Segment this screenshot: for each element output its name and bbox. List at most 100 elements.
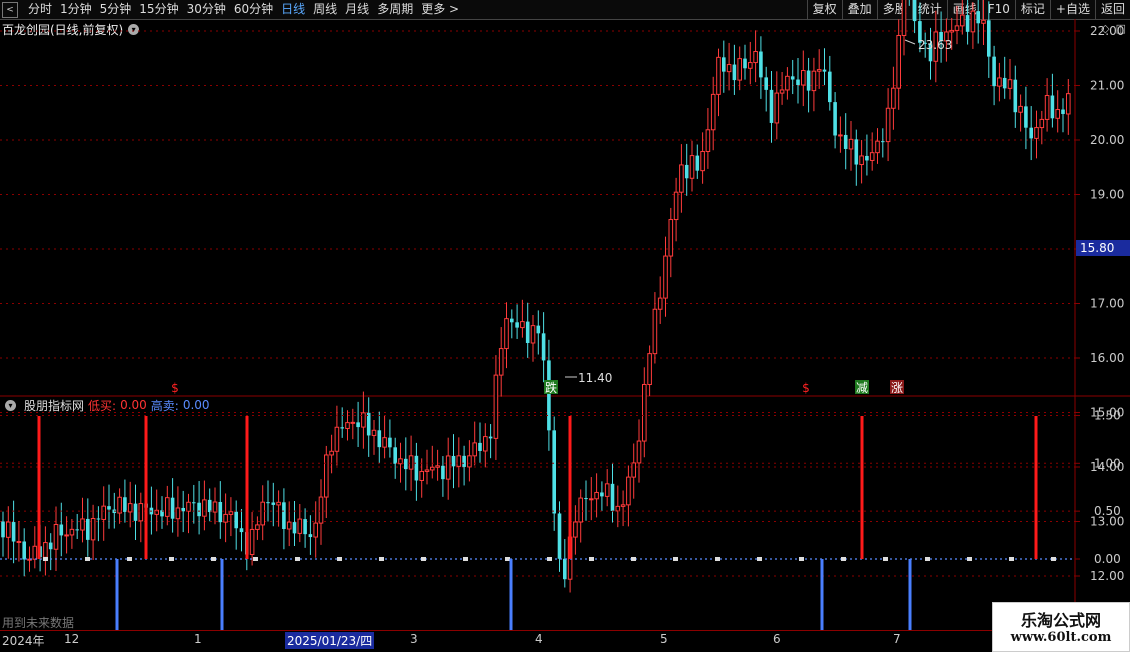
candle-body-up [80,518,85,531]
candle-body-down [987,20,991,57]
candle-body-up [901,0,907,36]
date-label: 5 [660,632,668,646]
date-label: 1 [194,632,202,646]
candle-body-up [726,64,732,73]
candle-body-up [1039,118,1045,129]
candle-body-up [954,25,960,31]
candle-body-down [600,492,604,497]
candle-body-up [604,483,610,497]
date-label: 2024年 [2,634,45,648]
price-tick-label: 20.00 [1090,133,1124,147]
candle-body-up [445,455,451,480]
candle-body-down [59,524,64,536]
candle-body-down [881,141,885,143]
zero-node [715,557,720,561]
candle-body-down [303,519,307,535]
candle-body-down [722,57,726,72]
watermark-url: www.60lt.com [1010,630,1112,645]
candle-body-up [689,155,695,179]
candle-body-down [234,511,238,529]
candle-body-up [737,58,743,81]
candle-body-down [133,503,138,521]
candle-body-up [705,129,711,152]
date-label: 4 [535,632,543,646]
candle-body-up [679,164,684,193]
zero-node [505,557,510,561]
zero-node [1009,557,1014,561]
candle-body-down [1013,79,1018,113]
indicator-menu-icon[interactable]: ▾ [5,399,16,411]
candle-body-up [801,70,806,86]
candle-body-down [965,15,970,32]
zero-node [757,557,762,561]
candle-body-up [1018,105,1023,113]
candle-body-up [1044,95,1050,120]
candle-body-down [854,139,859,165]
candle-body-up [615,505,621,512]
candle-body-up [382,437,387,448]
candle-body-up [620,504,626,507]
kline-chart[interactable]: 22.0021.0020.0019.0018.0017.0016.0015.00… [0,0,1130,650]
candle-body-up [456,455,462,467]
zero-node [211,557,216,561]
candle-body-down [75,529,79,531]
candle-body-up [774,92,780,124]
candle-body-up [1066,93,1071,115]
candle-body-up [350,421,356,424]
candle-body-down [414,455,419,481]
zero-node [799,557,804,561]
candle-body-down [759,51,763,78]
zero-node [253,557,258,561]
candle-body-up [138,503,144,522]
candle-body-up [255,524,260,530]
candle-body-up [276,501,281,506]
candle-body-up [249,528,255,556]
candle-body-down [541,333,546,361]
zero-node [547,557,552,561]
candle-body-down [340,427,344,429]
candle-body-down [912,0,917,22]
candle-body-down [563,558,567,580]
candle-body-down [732,64,737,81]
current-price-label: 15.80 [1076,240,1130,256]
candle-body-up [573,521,578,538]
zero-node [841,557,846,561]
candle-body-down [96,518,101,520]
candle-body-up [127,503,133,513]
date-label: 6 [773,632,781,646]
candle-body-up [435,465,440,468]
candle-body-up [636,440,642,464]
zero-node [43,557,48,561]
candle-body-down [239,528,244,533]
indicator-name: 股朋指标网 [24,398,85,413]
candle-body-up [1034,127,1039,139]
candle-body-up [981,19,986,24]
candle-body-up [101,505,107,520]
candle-body-up [398,458,403,465]
candle-body-down [292,522,297,534]
candle-body-up [848,138,854,150]
candle-body-up [1055,109,1061,119]
candle-body-down [366,412,371,436]
candle-body-up [1007,79,1013,89]
candle-body-up [493,374,499,439]
candle-body-up [186,501,191,512]
candle-body-up [859,155,864,166]
indicator-tick-label: 1.00 [1094,456,1121,470]
candle-body-up [64,534,69,537]
date-label: 2025/01/23/四 [285,632,375,649]
high-sell-label: 高卖: [150,398,179,413]
candle-body-up [530,325,536,344]
low-price-label: 11.40 [578,371,612,385]
candle-body-up [329,450,334,456]
candle-body-up [419,470,424,481]
candle-body-up [700,150,705,172]
zero-node [631,557,636,561]
candle-body-up [716,56,721,95]
candle-body-up [652,308,658,355]
signal-marker: 跌 [545,380,557,395]
candle-body-down [404,458,408,470]
candle-body-down [22,541,26,560]
high-price-label: 23.63 [918,38,952,52]
zero-node [589,557,594,561]
